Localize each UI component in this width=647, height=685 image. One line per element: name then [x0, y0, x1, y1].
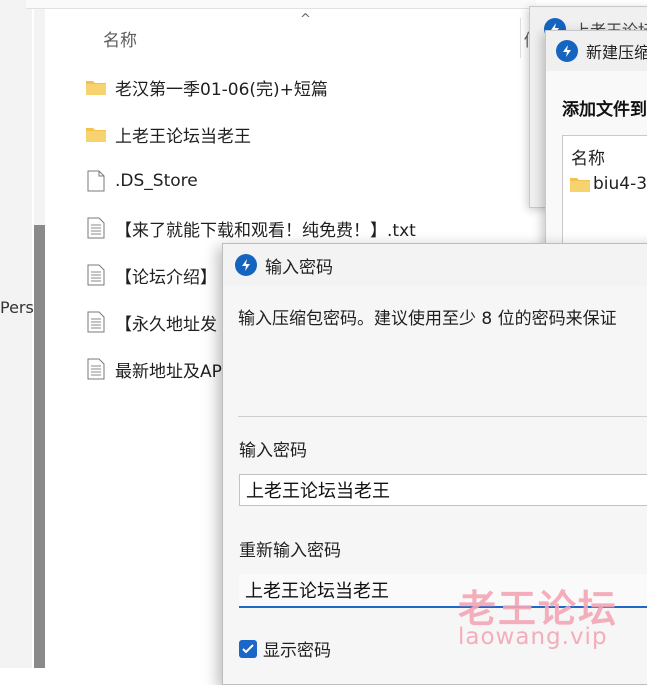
- sort-ascending-icon: ^: [300, 12, 311, 27]
- text-file-icon: [85, 264, 107, 286]
- app-logo-icon: [556, 40, 578, 62]
- folder-icon: [85, 123, 107, 145]
- file-name: 【来了就能下载和观看！纯免费！】.txt: [115, 220, 416, 241]
- show-password-label: 显示密码: [263, 641, 331, 661]
- file-name: 【论坛介绍】: [115, 267, 217, 288]
- text-file-icon: [85, 217, 107, 239]
- password-dialog-titlebar[interactable]: 输入密码: [223, 244, 647, 286]
- watermark-url: laowang.vip: [458, 624, 608, 650]
- show-password-checkbox[interactable]: 显示密码: [239, 636, 331, 661]
- list-item[interactable]: biu4-3: [569, 174, 647, 194]
- password-description: 输入压缩包密码。建议使用至少 8 位的密码来保证: [238, 309, 617, 329]
- confirm-password-label: 重新输入密码: [239, 541, 341, 561]
- divider: [238, 416, 647, 417]
- scrollbar-thumb[interactable]: [34, 225, 45, 668]
- explorer-toolbar-edge: [26, 0, 536, 9]
- folder-icon: [85, 76, 107, 98]
- file-row[interactable]: 最新地址及AP: [85, 353, 222, 385]
- file-name: 最新地址及AP: [115, 361, 222, 382]
- checkbox-checked-icon[interactable]: [239, 639, 257, 658]
- password-dialog-title: 输入密码: [265, 257, 333, 278]
- file-row[interactable]: 【永久地址发: [85, 306, 217, 338]
- list-item-name: biu4-3: [593, 174, 647, 194]
- text-file-icon: [85, 358, 107, 380]
- new-archive-dialog[interactable]: 新建压缩 添加文件到 名称 biu4-3: [545, 30, 647, 267]
- file-name: 上老王论坛当老王: [115, 126, 251, 147]
- file-row[interactable]: 【来了就能下载和观看！纯免费！】.txt: [85, 212, 416, 244]
- file-name: .DS_Store: [115, 171, 198, 191]
- file-name: 【永久地址发: [115, 314, 217, 335]
- column-divider[interactable]: [520, 18, 521, 58]
- file-row[interactable]: 上老王论坛当老王: [85, 118, 251, 150]
- blank-file-icon: [85, 170, 107, 192]
- file-row[interactable]: .DS_Store: [85, 165, 198, 197]
- scrollbar-track: [34, 0, 45, 225]
- folder-icon: [569, 175, 591, 193]
- add-files-heading: 添加文件到: [562, 100, 647, 120]
- column-header-name[interactable]: 名称: [103, 26, 137, 51]
- password-label: 输入密码: [239, 441, 307, 461]
- navigation-pane: [0, 0, 32, 668]
- file-row[interactable]: 【论坛介绍】: [85, 259, 217, 291]
- list-column-name[interactable]: 名称: [571, 144, 605, 169]
- password-input[interactable]: [239, 474, 647, 506]
- file-name: 老汉第一季01-06(完)+短篇: [115, 79, 328, 100]
- text-file-icon: [85, 311, 107, 333]
- app-logo-icon: [235, 254, 257, 276]
- new-archive-title: 新建压缩: [586, 43, 647, 62]
- new-archive-titlebar[interactable]: 新建压缩: [546, 31, 647, 71]
- file-row[interactable]: 老汉第一季01-06(完)+短篇: [85, 71, 328, 103]
- navigation-pane-label[interactable]: Pers: [0, 298, 34, 317]
